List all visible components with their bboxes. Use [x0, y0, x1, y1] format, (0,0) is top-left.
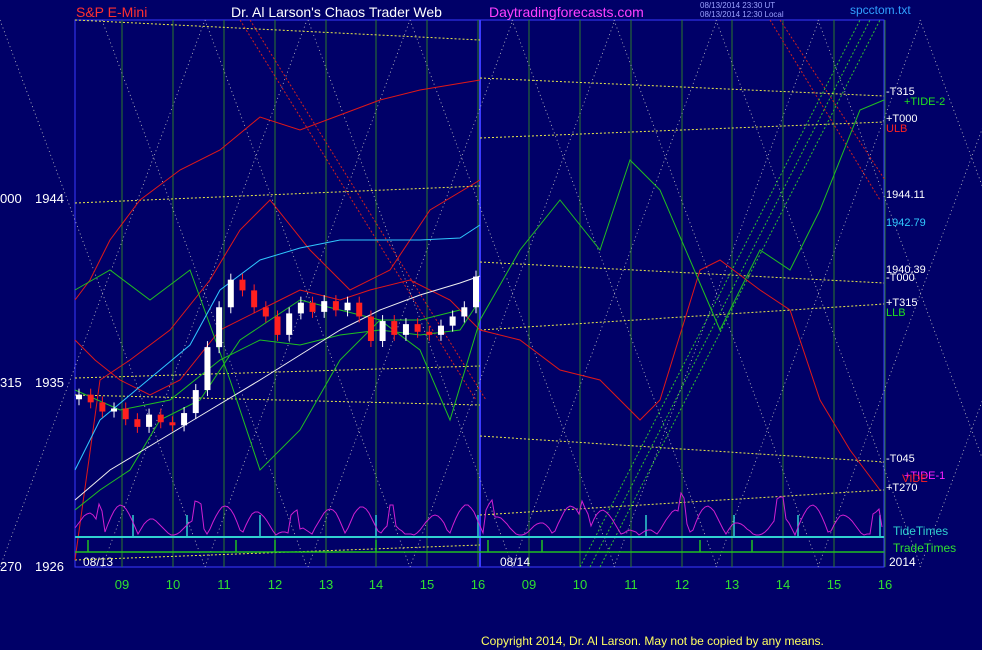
chart-svg: 09 10 11 12 13 14 15 16 09 10 11 12 13 14 15 16 08/13 08/… — [0, 19, 982, 592]
date-label: 08/14 — [500, 555, 530, 569]
symbol-title: S&P E-Mini — [76, 4, 148, 20]
price-bar — [251, 290, 258, 308]
price-bar — [76, 394, 82, 400]
flux-line — [74, 185, 481, 204]
price-bar — [344, 302, 351, 311]
flux-line — [74, 394, 481, 406]
x-tick-label: 12 — [268, 577, 282, 592]
timestamp-local: 08/13/2014 12:30 Local — [700, 10, 784, 19]
x-tick-label: 14 — [369, 577, 383, 592]
right-level-label: +T270 — [886, 482, 918, 494]
right-level-label: -T000 — [886, 272, 915, 284]
left-price-label: 1944 — [35, 191, 64, 206]
price-bar — [274, 316, 281, 335]
price-bar — [99, 402, 106, 412]
author-title: Dr. Al Larson's Chaos Trader Web — [231, 4, 442, 20]
timestamp-ut: 08/13/2014 23:30 UT — [700, 1, 776, 10]
x-tick-label: 16 — [471, 577, 485, 592]
x-tick-label: 10 — [573, 577, 587, 592]
x-tick-label: 11 — [217, 577, 231, 592]
price-bar — [309, 302, 316, 312]
year-label: 2014 — [889, 555, 916, 569]
price-bar — [449, 316, 456, 326]
price-bar — [391, 321, 398, 335]
copyright-notice: Copyright 2014, Dr. Al Larson. May not b… — [481, 634, 824, 648]
right-level-label: -T045 — [886, 453, 915, 465]
cyan-moving-average — [74, 224, 481, 471]
price-bar — [239, 279, 246, 291]
left-flux-label: 270 — [0, 559, 22, 574]
green-band-line — [599, 19, 881, 568]
x-tick-label: 09 — [115, 577, 129, 592]
price-bar — [297, 302, 304, 314]
file-name: spcctom.txt — [850, 3, 911, 17]
price-bar — [356, 302, 363, 317]
left-flux-label: 315 — [0, 375, 22, 390]
price-bar — [262, 307, 269, 317]
x-tick-label: 11 — [624, 577, 638, 592]
price-bar — [157, 414, 164, 423]
price-bar — [111, 408, 118, 412]
red-upper-band — [74, 79, 481, 301]
price-bar — [321, 301, 328, 312]
left-price-label: 1926 — [35, 559, 64, 574]
price-bar — [216, 307, 223, 348]
green-band-line — [579, 19, 861, 568]
price-bar — [181, 413, 188, 426]
red-band-line — [779, 19, 886, 181]
x-tick-label: 13 — [725, 577, 739, 592]
date-label: 08/13 — [83, 555, 113, 569]
x-tick-label: 15 — [827, 577, 841, 592]
green-band-line — [589, 19, 871, 568]
x-tick-label: 16 — [878, 577, 892, 592]
price-bar — [87, 394, 94, 403]
price-bar — [379, 321, 386, 341]
x-tick-label: 09 — [522, 577, 536, 592]
site-link[interactable]: Daytradingforecasts.com — [489, 4, 644, 20]
price-bar — [134, 419, 141, 427]
price-bar — [192, 390, 199, 414]
left-price-label: 1935 — [35, 375, 64, 390]
price-bar — [437, 325, 444, 335]
x-tick-label: 12 — [675, 577, 689, 592]
x-tick-label: 13 — [319, 577, 333, 592]
right-level-label: 1944.11 — [886, 189, 925, 201]
price-bar — [414, 324, 421, 332]
price-bar — [461, 307, 468, 317]
price-bar — [367, 316, 374, 341]
right-level-label: ULB — [886, 123, 907, 135]
flux-line — [74, 365, 481, 379]
green-inner-curve — [74, 299, 461, 511]
price-bar — [204, 347, 211, 391]
right-level-label: 1942.79 — [886, 217, 926, 229]
price-bar — [402, 324, 409, 335]
flux-line — [74, 19, 481, 41]
tidetimes-label: TideTimes — [893, 524, 948, 538]
x-tick-label: 14 — [776, 577, 790, 592]
price-bar — [227, 279, 234, 308]
price-bar — [146, 414, 153, 427]
price-bar — [332, 301, 339, 311]
price-bar — [426, 331, 433, 335]
x-tick-label: 15 — [420, 577, 434, 592]
chaos-trader-chart: 09 10 11 12 13 14 15 16 09 10 11 12 13 14 15 16 08/13 08/… — [0, 0, 982, 650]
right-level-label: LLB — [886, 307, 906, 319]
left-flux-label: 000 — [0, 191, 22, 206]
tradetimes-label: TradeTimes — [893, 541, 956, 555]
red-middle-band — [74, 179, 481, 561]
price-bar — [169, 422, 176, 426]
price-bar — [473, 276, 479, 308]
price-bar — [286, 313, 293, 335]
price-bar — [122, 408, 129, 420]
x-tick-label: 10 — [166, 577, 180, 592]
right-level-label: +TIDE-2 — [904, 96, 945, 108]
